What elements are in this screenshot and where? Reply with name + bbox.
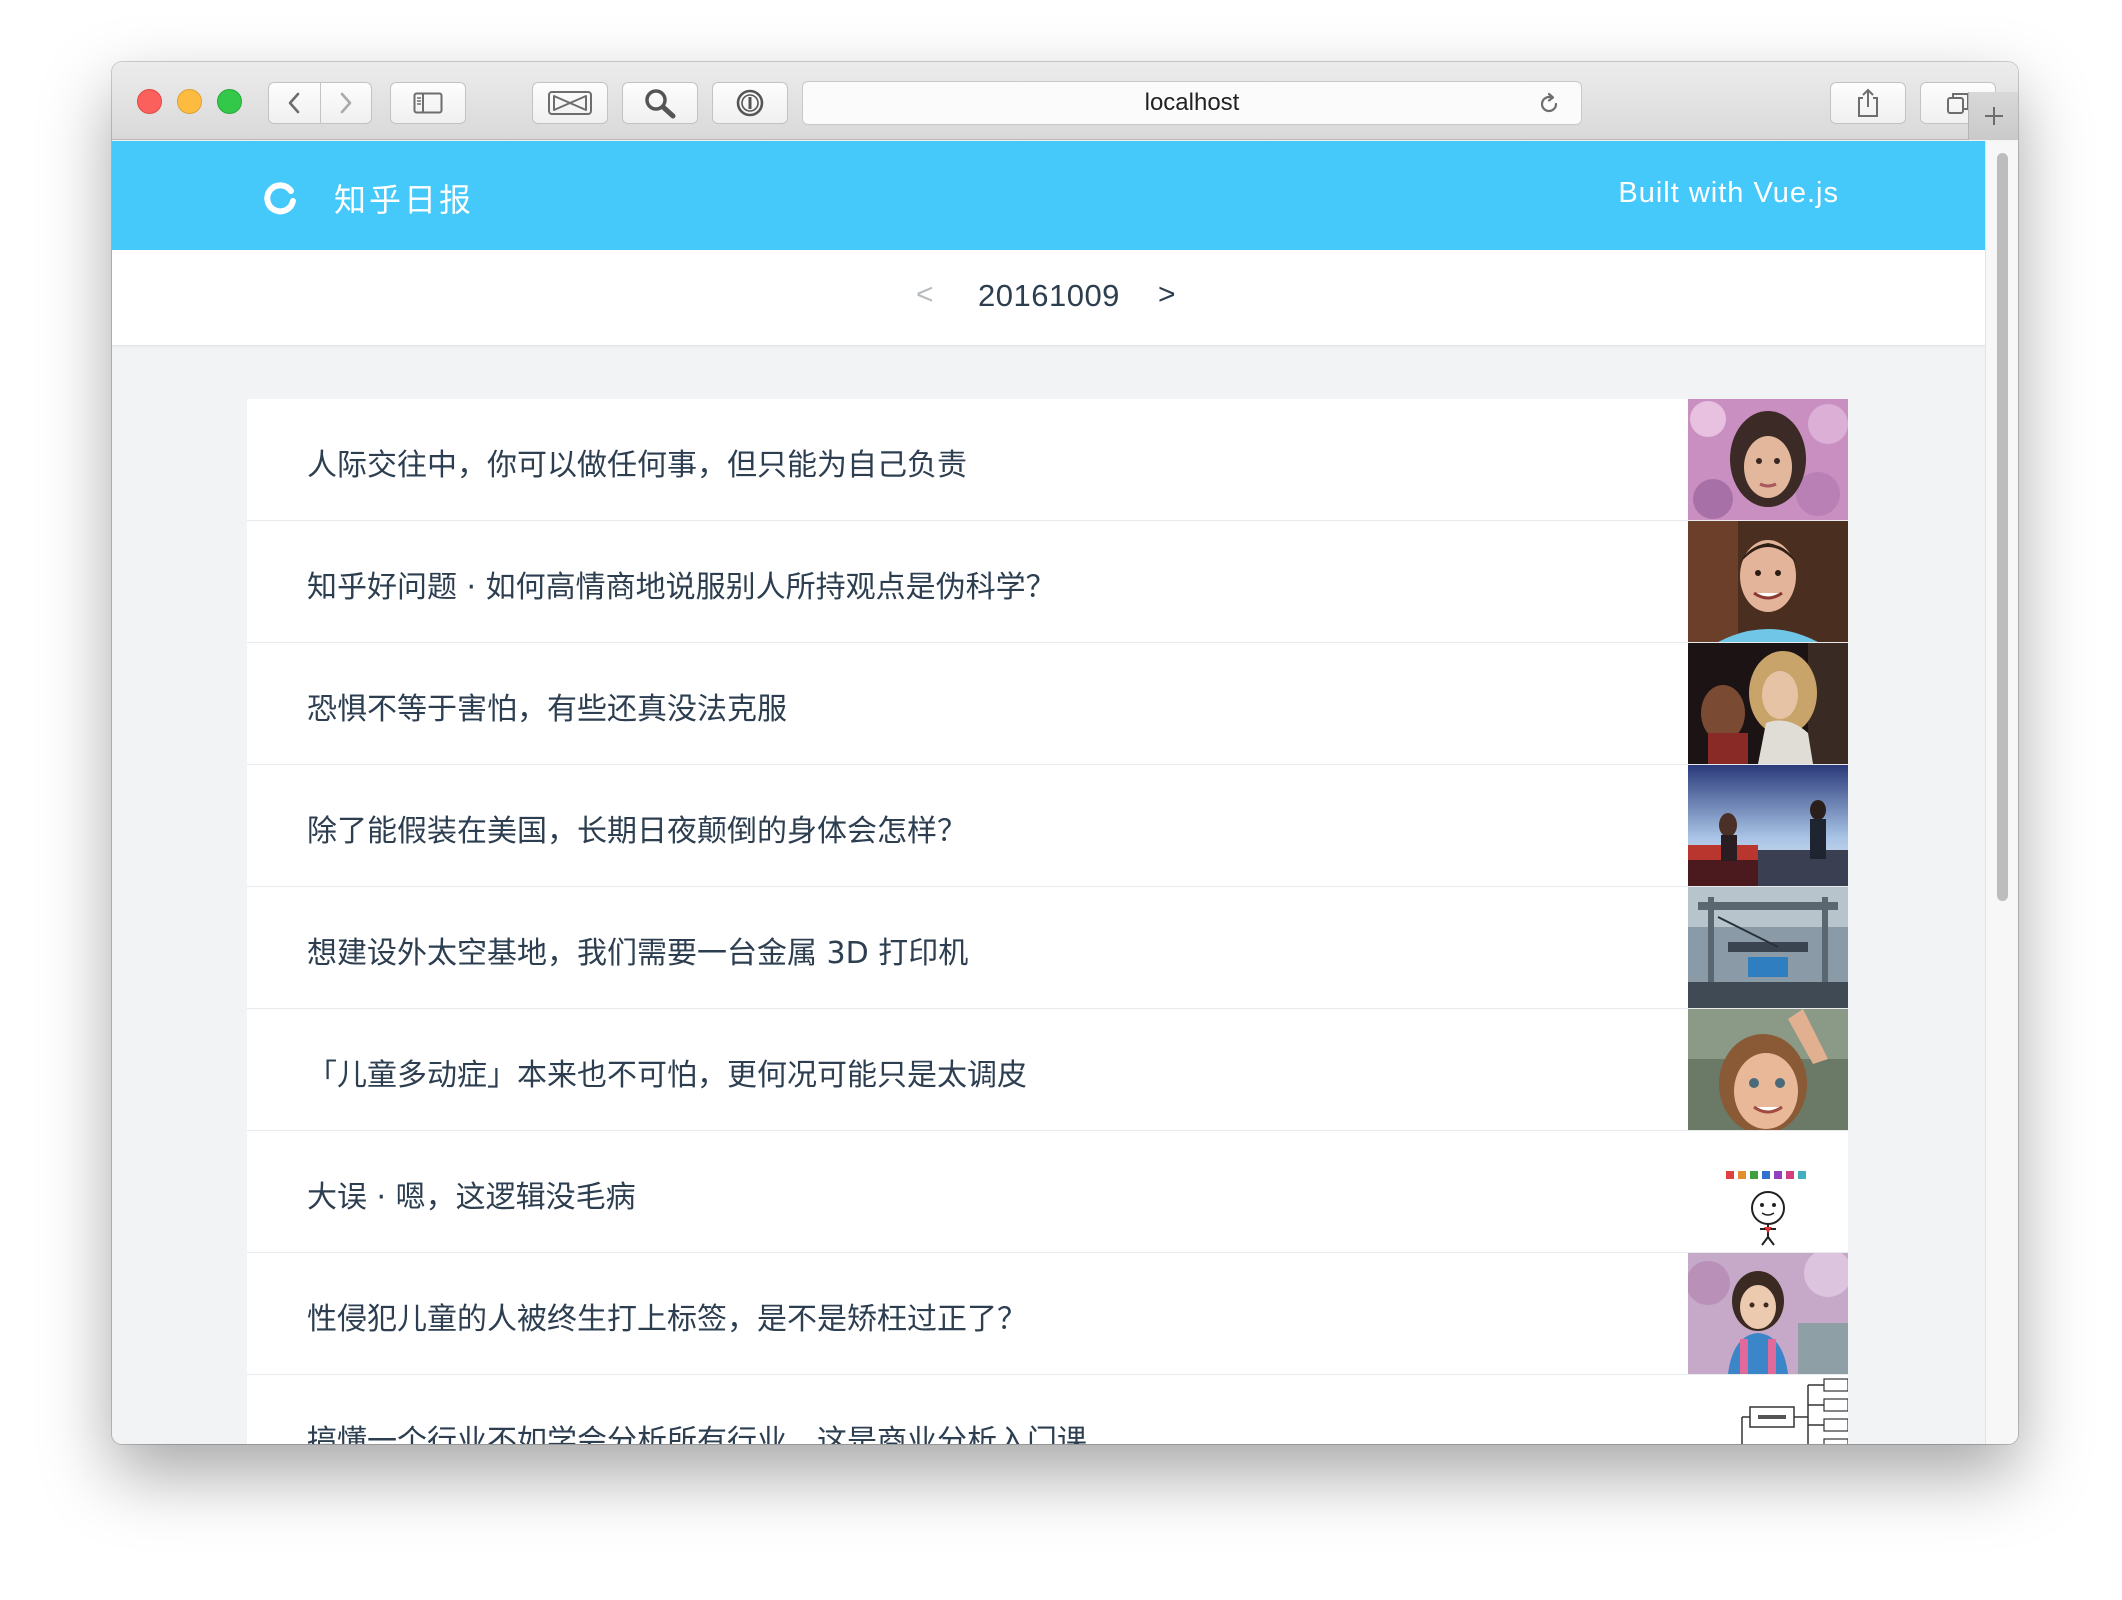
- story-thumbnail: [1688, 887, 1848, 1008]
- story-item[interactable]: 想建设外太空基地，我们需要一台金属 3D 打印机: [247, 887, 1848, 1009]
- chevron-right-icon: [340, 92, 352, 114]
- story-thumbnail: [1688, 765, 1848, 886]
- story-title: 性侵犯儿童的人被终生打上标签，是不是矫枉过正了？: [307, 1302, 1027, 1337]
- sidebar-icon: [413, 92, 443, 114]
- previous-day-button[interactable]: <: [916, 278, 934, 312]
- loading-spinner-icon: [260, 177, 300, 222]
- story-item[interactable]: 大误 · 嗯，这逻辑没毛病: [247, 1131, 1848, 1253]
- story-item[interactable]: 性侵犯儿童的人被终生打上标签，是不是矫枉过正了？: [247, 1253, 1848, 1375]
- history-nav: [268, 82, 372, 124]
- story-title: 「儿童多动症」本来也不可怕，更何况可能只是太调皮: [307, 1058, 1027, 1093]
- extension-button[interactable]: [532, 82, 608, 124]
- story-title: 搞懂一个行业不如学会分析所有行业，这是商业分析入门课: [307, 1424, 1087, 1444]
- browser-toolbar: localhost: [112, 62, 2018, 140]
- story-list: 人际交往中，你可以做任何事，但只能为自己负责 知乎好问题 · 如何高情商地说服别…: [247, 399, 1848, 1444]
- zoom-window-button[interactable]: [217, 89, 242, 114]
- share-button[interactable]: [1830, 82, 1906, 124]
- search-icon: [645, 89, 676, 119]
- search-extension-button[interactable]: [622, 82, 698, 124]
- keyhole-icon: [736, 89, 764, 117]
- reload-button[interactable]: [1537, 92, 1561, 121]
- brand-title[interactable]: 知乎日报: [334, 175, 474, 221]
- page-viewport: 知乎日报 Built with Vue.js < 20161009 > 人际交往…: [112, 141, 2018, 1444]
- story-thumbnail: [1688, 1253, 1848, 1374]
- url-text: localhost: [1144, 89, 1240, 116]
- reload-icon: [1540, 92, 1558, 113]
- story-item[interactable]: 知乎好问题 · 如何高情商地说服别人所持观点是伪科学？: [247, 521, 1848, 643]
- story-title: 知乎好问题 · 如何高情商地说服别人所持观点是伪科学？: [307, 570, 1056, 605]
- browser-window: localhost 知乎日报 Built with Vue.js < 20161…: [112, 62, 2018, 1444]
- sidebar-button[interactable]: [390, 82, 466, 124]
- back-button[interactable]: [269, 83, 320, 123]
- story-title: 想建设外太空基地，我们需要一台金属 3D 打印机: [307, 936, 969, 971]
- story-thumbnail: [1688, 643, 1848, 764]
- bowtie-extension-icon: [548, 91, 592, 115]
- new-tab-button[interactable]: [1968, 92, 2018, 140]
- next-day-button[interactable]: >: [1158, 278, 1176, 312]
- chevron-left-icon: [288, 92, 300, 114]
- story-item[interactable]: 恐惧不等于害怕，有些还真没法克服: [247, 643, 1848, 765]
- forward-button[interactable]: [319, 83, 372, 123]
- date-navigation: < 20161009 >: [112, 250, 1985, 346]
- built-with-link[interactable]: Built with Vue.js: [1618, 177, 1839, 210]
- story-thumbnail: [1688, 521, 1848, 642]
- story-item[interactable]: 除了能假装在美国，长期日夜颠倒的身体会怎样？: [247, 765, 1848, 887]
- scrollbar-thumb[interactable]: [1997, 153, 2008, 901]
- story-thumbnail: [1688, 1131, 1848, 1252]
- story-item[interactable]: 人际交往中，你可以做任何事，但只能为自己负责: [247, 399, 1848, 521]
- share-icon: [1858, 88, 1878, 117]
- story-thumbnail: [1688, 1009, 1848, 1130]
- address-bar[interactable]: localhost: [802, 81, 1582, 125]
- vertical-scrollbar[interactable]: [1985, 141, 2018, 1444]
- story-thumbnail: [1688, 399, 1848, 520]
- story-thumbnail: [1688, 1375, 1848, 1444]
- story-title: 人际交往中，你可以做任何事，但只能为自己负责: [307, 448, 967, 483]
- plus-icon: [1984, 107, 2003, 125]
- story-title: 大误 · 嗯，这逻辑没毛病: [307, 1180, 636, 1215]
- story-item[interactable]: 「儿童多动症」本来也不可怕，更何况可能只是太调皮: [247, 1009, 1848, 1131]
- minimize-window-button[interactable]: [177, 89, 202, 114]
- story-title: 恐惧不等于害怕，有些还真没法克服: [307, 692, 787, 727]
- close-window-button[interactable]: [137, 89, 162, 114]
- current-date: 20161009: [978, 278, 1120, 313]
- app-header: 知乎日报 Built with Vue.js: [112, 141, 1985, 250]
- password-manager-button[interactable]: [712, 82, 788, 124]
- story-title: 除了能假装在美国，长期日夜颠倒的身体会怎样？: [307, 814, 967, 849]
- story-item[interactable]: 搞懂一个行业不如学会分析所有行业，这是商业分析入门课: [247, 1375, 1848, 1444]
